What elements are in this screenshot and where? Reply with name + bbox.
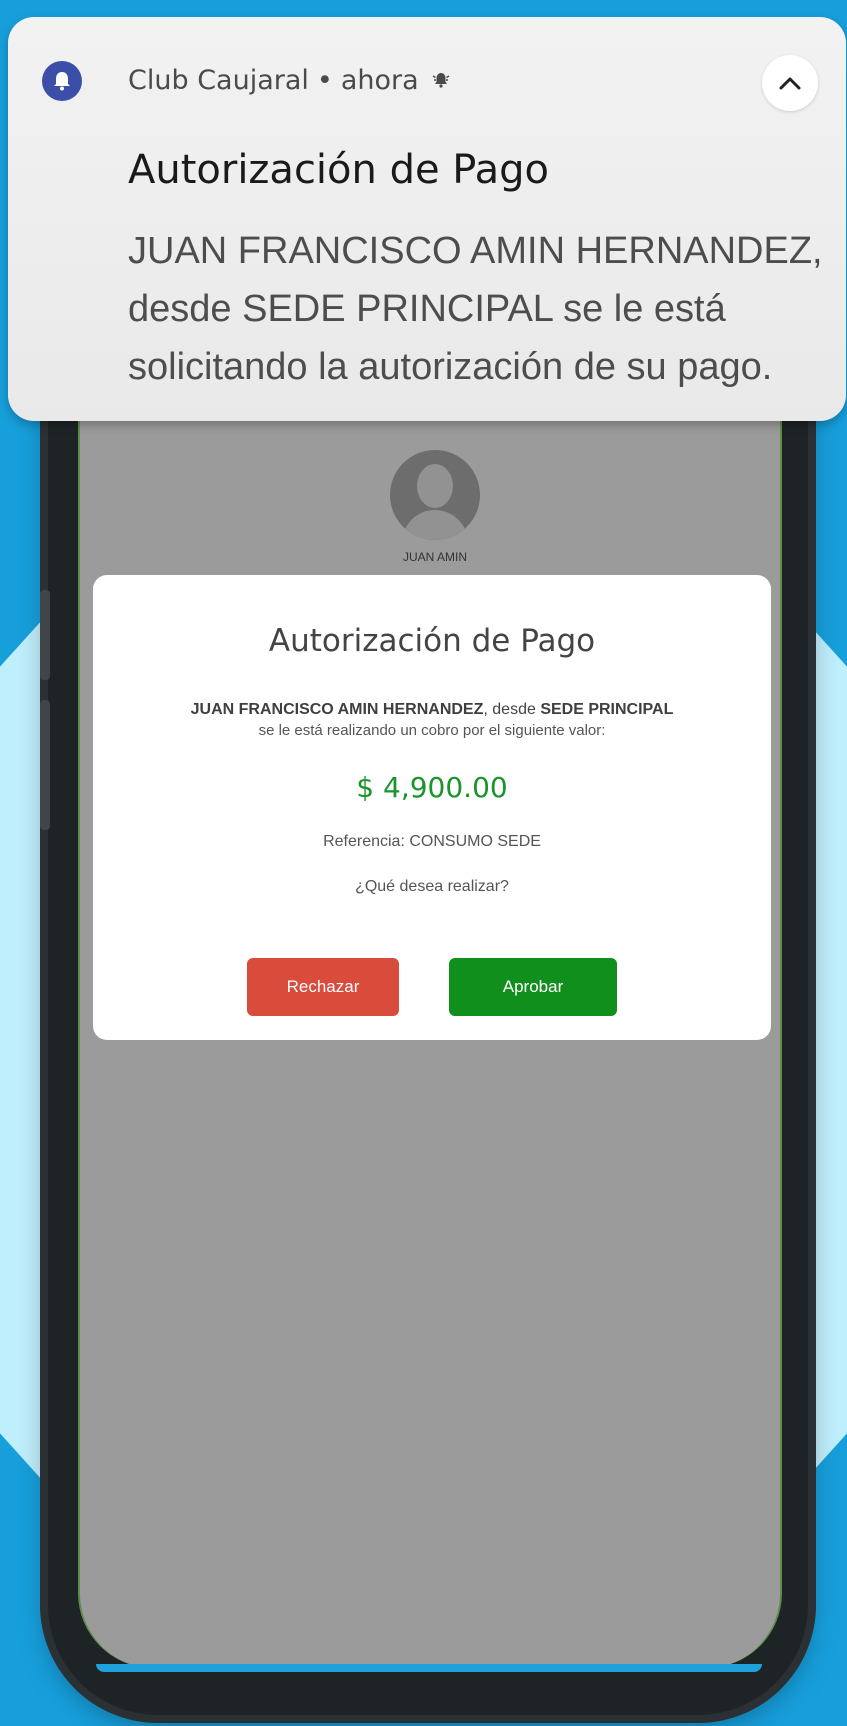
chevron-up-icon[interactable]: [762, 55, 818, 111]
user-silhouette-icon: [390, 450, 480, 540]
dialog-message-line1: JUAN FRANCISCO AMIN HERNANDEZ, desde SED…: [93, 701, 771, 719]
bell-icon: [42, 61, 82, 101]
notification-separator: •: [316, 65, 333, 96]
bell-ring-icon: [431, 66, 451, 97]
notification-body: JUAN FRANCISCO AMIN HERNANDEZ, desde SED…: [128, 230, 823, 388]
payment-reference: Referencia: CONSUMO SEDE: [323, 833, 541, 850]
notification-app-name: Club Caujaral: [128, 65, 309, 96]
payment-amount: $ 4,900.00: [356, 771, 508, 804]
approve-button[interactable]: Aprobar: [449, 958, 617, 1016]
notification-time: ahora: [340, 65, 419, 96]
dialog-title: Autorización de Pago: [268, 623, 596, 659]
push-notification[interactable]: Club Caujaral • ahora Autorización de Pago…: [8, 17, 846, 421]
profile-name: JUAN AMIN: [402, 550, 467, 564]
notification-header: Club Caujaral • ahora: [128, 65, 451, 97]
screen-edge: [96, 1664, 762, 1672]
phone-side-button: [40, 590, 50, 680]
dialog-connector: , desde: [483, 701, 541, 718]
reject-button[interactable]: Rechazar: [247, 958, 399, 1016]
location-name: SEDE PRINCIPAL: [540, 701, 674, 718]
avatar-head: [417, 464, 453, 508]
dialog-question: ¿Qué desea realizar?: [355, 878, 509, 895]
customer-name: JUAN FRANCISCO AMIN HERNANDEZ: [190, 701, 484, 718]
notification-title: Autorización de Pago: [128, 147, 549, 193]
phone-side-button: [40, 700, 50, 830]
dialog-message-line2: se le está realizando un cobro por el si…: [258, 722, 606, 739]
payment-authorization-dialog: Autorización de Pago JUAN FRANCISCO AMIN…: [93, 575, 771, 1040]
avatar-body: [402, 510, 468, 540]
